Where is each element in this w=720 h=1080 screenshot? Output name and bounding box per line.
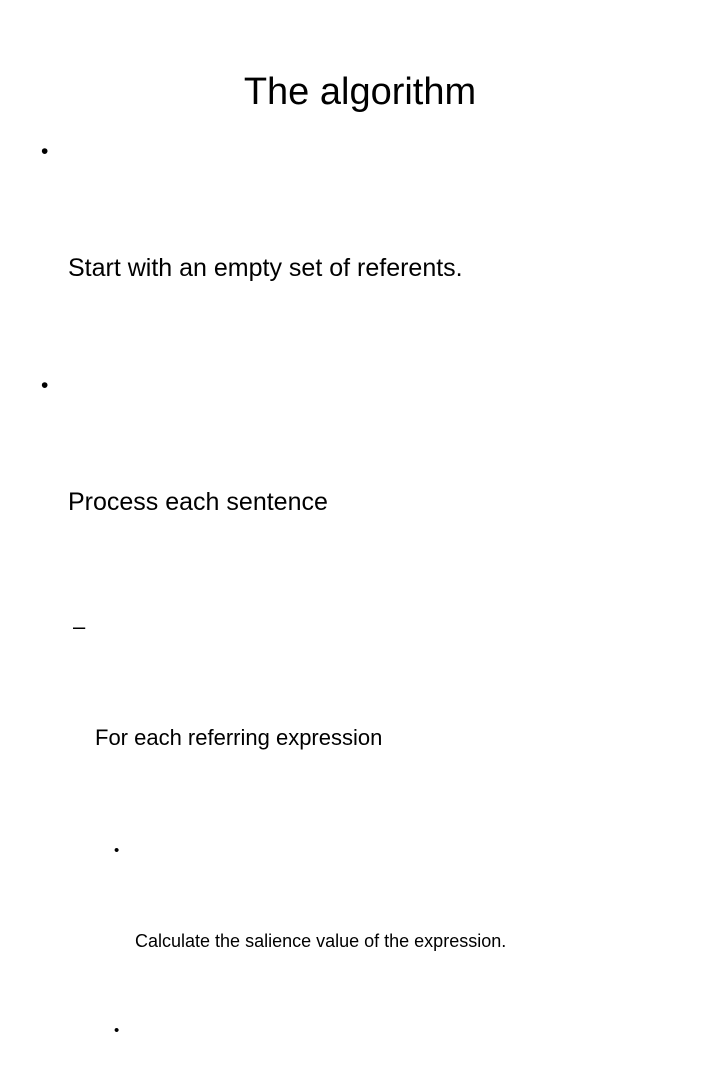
outline-item-text: Start with an empty set of referents. [68, 254, 463, 282]
page-title: The algorithm [243, 71, 477, 114]
outline-body: • Start with an empty set of referents. … [0, 132, 720, 1080]
outline-item-level3: • Calculate the salience value of the ex… [0, 836, 720, 1016]
bullet-marker-icon: • [41, 140, 49, 163]
bullet-marker-icon: • [114, 842, 120, 859]
bullet-marker-icon: • [114, 1022, 120, 1039]
outline-item-text: Calculate the salience value of the expr… [135, 931, 507, 951]
outline-item-text: For each referring expression [95, 725, 383, 750]
outline-item-level3: • If it could be merged with existing re… [0, 1016, 720, 1080]
dash-marker-icon: – [73, 614, 86, 639]
outline-item-text: Process each sentence [68, 488, 328, 516]
bullet-marker-icon: • [41, 374, 49, 397]
slide: The algorithm • Start with an empty set … [0, 0, 720, 1039]
outline-item-level1: • Process each sentence [0, 366, 720, 600]
outline-item-level2: – For each referring expression [0, 608, 720, 830]
outline-item-level1: • Start with an empty set of referents. [0, 132, 720, 366]
